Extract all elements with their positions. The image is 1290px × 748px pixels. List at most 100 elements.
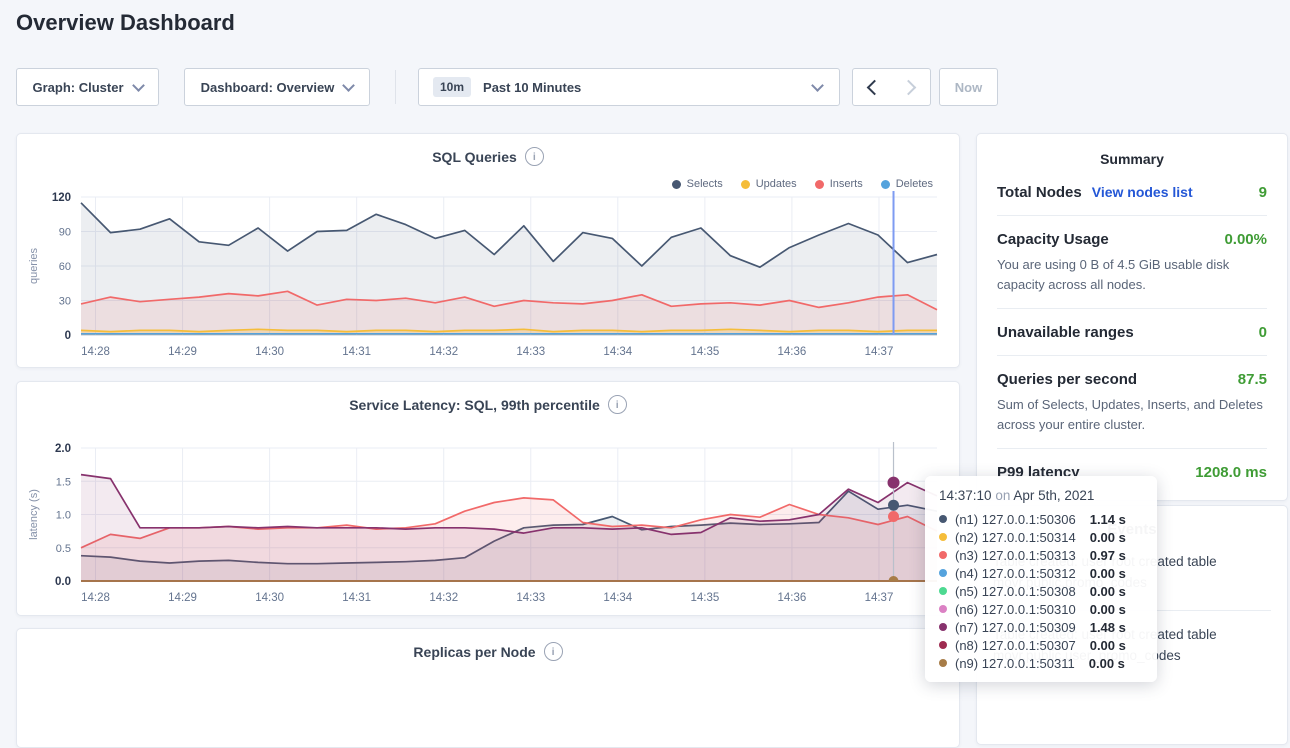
tooltip-date: Apr 5th, 2021 xyxy=(1013,488,1094,503)
tooltip-row: (n8) 127.0.0.1:503070.00 s xyxy=(939,636,1143,654)
y-axis-tick-label: 2.0 xyxy=(55,443,71,455)
hover-point-dot xyxy=(888,477,900,489)
tooltip-row: (n7) 127.0.0.1:503091.48 s xyxy=(939,618,1143,636)
tooltip-timestamp: 14:37:10 on Apr 5th, 2021 xyxy=(939,488,1143,503)
legend-item-deletes[interactable]: Deletes xyxy=(881,178,933,190)
tooltip-row: (n2) 127.0.0.1:50314 0.00 s xyxy=(939,528,1143,546)
unavailable-ranges-value: 0 xyxy=(1259,324,1267,341)
unavailable-ranges-row: Unavailable ranges 0 xyxy=(997,309,1267,356)
y-axis-tick-label: 1.5 xyxy=(56,476,71,488)
series-color-dot xyxy=(939,605,947,613)
x-axis-tick-label: 14:36 xyxy=(778,592,807,604)
hover-point-dot xyxy=(888,511,899,522)
queries-per-second-row: Queries per second 87.5 Sum of Selects, … xyxy=(997,356,1267,449)
capacity-usage-value: 0.00% xyxy=(1224,231,1267,248)
time-range-dropdown[interactable]: 10m Past 10 Minutes xyxy=(418,68,840,106)
x-axis-tick-label: 14:34 xyxy=(603,346,632,358)
x-axis-tick-label: 14:36 xyxy=(778,346,807,358)
tooltip-node-value: 0.00 s xyxy=(1089,656,1125,671)
y-axis-tick-label: 0.5 xyxy=(56,543,71,555)
legend-item-updates[interactable]: Updates xyxy=(741,178,797,190)
x-axis-tick-label: 14:31 xyxy=(342,592,371,604)
legend-item-selects[interactable]: Selects xyxy=(672,178,723,190)
sql-queries-chart[interactable]: 030609012014:2814:2914:3014:3114:3214:33… xyxy=(17,134,961,369)
hover-point-dot xyxy=(888,500,899,511)
time-range-badge: 10m xyxy=(433,77,471,97)
tooltip-row: (n4) 127.0.0.1:50312 0.00 s xyxy=(939,564,1143,582)
graph-dropdown[interactable]: Graph: Cluster xyxy=(16,68,159,106)
service-latency-chart-title: Service Latency: SQL, 99th percentile xyxy=(349,397,600,413)
legend-color-dot xyxy=(881,180,890,189)
capacity-usage-row: Capacity Usage 0.00% You are using 0 B o… xyxy=(997,216,1267,309)
hover-point-dot xyxy=(889,576,899,586)
unavailable-ranges-label: Unavailable ranges xyxy=(997,324,1134,341)
legend-label: Deletes xyxy=(896,178,933,190)
replicas-per-node-panel: Replicas per Node i xyxy=(16,628,960,748)
legend-item-inserts[interactable]: Inserts xyxy=(815,178,863,190)
x-axis-tick-label: 14:28 xyxy=(81,592,110,604)
tooltip-row: (n5) 127.0.0.1:503080.00 s xyxy=(939,582,1143,600)
tooltip-rows: (n1) 127.0.0.1:503061.14 s(n2) 127.0.0.1… xyxy=(939,510,1143,672)
chart-title-row: SQL Queries i xyxy=(17,147,959,166)
series-color-dot xyxy=(939,533,947,541)
queries-per-second-value: 87.5 xyxy=(1238,371,1267,388)
series-color-dot xyxy=(939,623,947,631)
chevron-left-icon xyxy=(866,79,882,95)
tooltip-row: (n1) 127.0.0.1:503061.14 s xyxy=(939,510,1143,528)
x-axis-tick-label: 14:28 xyxy=(81,346,110,358)
dashboard-dropdown[interactable]: Dashboard: Overview xyxy=(184,68,370,106)
total-nodes-value: 9 xyxy=(1259,184,1267,201)
now-button-label: Now xyxy=(955,80,982,95)
sql-queries-chart-title: SQL Queries xyxy=(432,149,517,165)
x-axis-tick-label: 14:31 xyxy=(342,346,371,358)
y-axis-tick-label: 120 xyxy=(52,192,71,204)
y-axis-tick-label: 0.0 xyxy=(55,576,71,588)
tooltip-preposition: on xyxy=(995,488,1010,503)
y-axis-tick-label: 30 xyxy=(59,296,71,308)
tooltip-row: (n3) 127.0.0.1:503130.97 s xyxy=(939,546,1143,564)
chevron-right-icon xyxy=(901,79,917,95)
info-icon[interactable]: i xyxy=(608,395,627,414)
x-axis-tick-label: 14:33 xyxy=(516,592,545,604)
now-button[interactable]: Now xyxy=(939,68,998,106)
tooltip-node-label: (n2) 127.0.0.1:50314 xyxy=(955,530,1076,545)
page-title: Overview Dashboard xyxy=(16,10,235,36)
next-time-button[interactable] xyxy=(891,68,931,106)
summary-panel: Summary Total Nodes View nodes list 9 Ca… xyxy=(976,133,1288,501)
tooltip-node-label: (n8) 127.0.0.1:50307 xyxy=(955,638,1076,653)
chevron-down-icon xyxy=(132,79,145,92)
p99-latency-value: 1208.0 ms xyxy=(1195,464,1267,481)
legend-label: Inserts xyxy=(830,178,863,190)
toolbar-divider xyxy=(395,70,396,104)
series-color-dot xyxy=(939,587,947,595)
tooltip-node-value: 0.97 s xyxy=(1090,548,1126,563)
view-nodes-list-link[interactable]: View nodes list xyxy=(1092,184,1193,200)
previous-time-button[interactable] xyxy=(852,68,892,106)
x-axis-tick-label: 14:33 xyxy=(516,346,545,358)
x-axis-tick-label: 14:34 xyxy=(603,592,632,604)
tooltip-node-label: (n5) 127.0.0.1:50308 xyxy=(955,584,1076,599)
tooltip-node-label: (n7) 127.0.0.1:50309 xyxy=(955,620,1076,635)
tooltip-node-value: 0.00 s xyxy=(1090,530,1126,545)
x-axis-tick-label: 14:35 xyxy=(690,346,719,358)
legend-label: Updates xyxy=(756,178,797,190)
info-icon[interactable]: i xyxy=(525,147,544,166)
x-axis-tick-label: 14:29 xyxy=(168,346,197,358)
tooltip-node-label: (n9) 127.0.0.1:50311 xyxy=(955,656,1075,671)
x-axis-tick-label: 14:30 xyxy=(255,346,284,358)
queries-per-second-label: Queries per second xyxy=(997,371,1137,388)
tooltip-node-label: (n4) 127.0.0.1:50312 xyxy=(955,566,1076,581)
sql-queries-panel: 030609012014:2814:2914:3014:3114:3214:33… xyxy=(16,133,960,368)
capacity-usage-description: You are using 0 B of 4.5 GiB usable disk… xyxy=(997,255,1267,294)
tooltip-node-value: 0.00 s xyxy=(1090,566,1126,581)
series-color-dot xyxy=(939,569,947,577)
series-color-dot xyxy=(939,515,947,523)
service-latency-chart[interactable]: 0.00.51.01.52.014:2814:2914:3014:3114:32… xyxy=(17,382,961,617)
series-color-dot xyxy=(939,641,947,649)
queries-per-second-description: Sum of Selects, Updates, Inserts, and De… xyxy=(997,395,1267,434)
y-axis-title: latency (s) xyxy=(28,489,40,540)
chart-title-row: Service Latency: SQL, 99th percentile i xyxy=(17,395,959,414)
sql-queries-legend: Selects Updates Inserts Deletes xyxy=(672,178,933,190)
chart-hover-tooltip: 14:37:10 on Apr 5th, 2021 (n1) 127.0.0.1… xyxy=(925,476,1157,682)
info-icon[interactable]: i xyxy=(544,642,563,661)
